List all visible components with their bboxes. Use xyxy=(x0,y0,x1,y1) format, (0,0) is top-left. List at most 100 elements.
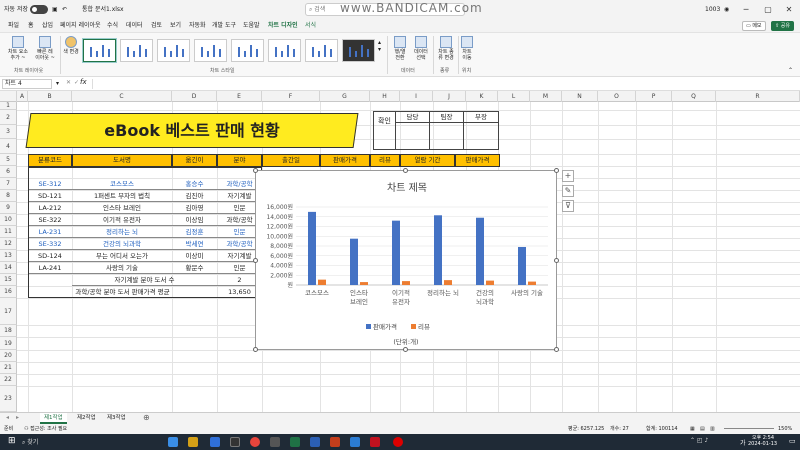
chart-style-3[interactable] xyxy=(157,39,190,62)
page-layout-view-icon[interactable]: ▤ xyxy=(700,424,705,434)
sheet-tab[interactable]: 제3작업 xyxy=(103,413,130,424)
column-header[interactable]: L xyxy=(498,91,530,102)
resize-handle[interactable] xyxy=(554,258,559,263)
resize-handle[interactable] xyxy=(253,168,258,173)
row-header[interactable]: 4 xyxy=(0,139,17,154)
cancel-icon[interactable]: ✕ xyxy=(66,79,71,86)
user-name[interactable]: 1003 xyxy=(705,0,720,19)
ime-indicator[interactable]: 가 xyxy=(740,438,746,447)
taskbar-search[interactable]: ⌕ 찾기 xyxy=(22,437,38,447)
column-header[interactable]: H xyxy=(370,91,400,102)
menu-home[interactable]: 홈 xyxy=(28,19,34,33)
sheet-tab[interactable]: 제1작업 xyxy=(40,413,67,424)
resize-handle[interactable] xyxy=(554,168,559,173)
chart-filters-button[interactable]: ⊽ xyxy=(562,200,574,212)
table-header-cell[interactable]: 판매가격 xyxy=(320,154,370,167)
normal-view-icon[interactable]: ▦ xyxy=(690,424,695,434)
chart-style-1[interactable] xyxy=(83,39,116,62)
accessibility-status[interactable]: ⚇ 접근성: 조사 필요 xyxy=(24,424,67,434)
close-button[interactable]: ✕ xyxy=(778,0,800,19)
confirm-icon[interactable]: ✓ xyxy=(74,79,79,86)
table-header-cell[interactable]: 출간일 xyxy=(262,154,320,167)
row-header[interactable]: 8 xyxy=(0,190,17,202)
quick-layout-button[interactable]: 빠른 레 이아웃 ~ xyxy=(33,36,57,61)
row-header[interactable]: 3 xyxy=(0,125,17,139)
maximize-button[interactable]: ▢ xyxy=(757,0,779,19)
memo-button[interactable]: ▭ 메모 xyxy=(742,21,766,31)
row-header[interactable]: 17 xyxy=(0,298,17,325)
column-header[interactable]: I xyxy=(400,91,433,102)
resize-handle[interactable] xyxy=(554,347,559,352)
row-header[interactable]: 9 xyxy=(0,202,17,214)
zoom-slider[interactable] xyxy=(724,428,774,429)
undo-icon[interactable]: ↶ xyxy=(62,0,67,19)
app-icon[interactable] xyxy=(270,437,280,447)
move-chart-button[interactable]: 차트 이동 xyxy=(460,36,474,61)
column-header[interactable]: G xyxy=(320,91,370,102)
row-header[interactable]: 20 xyxy=(0,350,17,362)
explorer-icon[interactable] xyxy=(188,437,198,447)
taskview-icon[interactable] xyxy=(168,437,178,447)
menu-data[interactable]: 데이터 xyxy=(126,19,143,33)
prev-sheet-icon[interactable]: ◂ xyxy=(6,414,9,421)
edge-icon[interactable] xyxy=(210,437,220,447)
row-header[interactable]: 10 xyxy=(0,214,17,226)
table-header-cell[interactable]: 열람 기간 xyxy=(400,154,455,167)
formula-input[interactable] xyxy=(92,79,792,89)
excel-icon[interactable] xyxy=(290,437,300,447)
chart-style-4[interactable] xyxy=(194,39,227,62)
column-header[interactable]: A xyxy=(17,91,28,102)
styles-scroll-icon[interactable]: ▴ ▾ xyxy=(378,39,381,53)
switch-row-column-button[interactable]: 행/열 전환 xyxy=(390,36,410,61)
table-header-cell[interactable]: 분야 xyxy=(217,154,262,167)
row-header[interactable]: 22 xyxy=(0,374,17,386)
select-all-corner[interactable] xyxy=(0,91,17,102)
column-header[interactable]: B xyxy=(28,91,72,102)
table-header-cell[interactable]: 판매가격 xyxy=(455,154,500,167)
column-header[interactable]: M xyxy=(530,91,562,102)
row-header[interactable]: 7 xyxy=(0,178,17,190)
row-header[interactable]: 21 xyxy=(0,362,17,374)
chart-style-2[interactable] xyxy=(120,39,153,62)
row-header[interactable]: 6 xyxy=(0,166,17,178)
column-header[interactable]: D xyxy=(172,91,217,102)
menu-page-layout[interactable]: 페이지 레이아웃 xyxy=(60,19,101,33)
chart-style-7[interactable] xyxy=(305,39,338,62)
column-header[interactable]: F xyxy=(262,91,320,102)
autosave-toggle[interactable] xyxy=(30,5,48,14)
add-sheet-button[interactable]: ⊕ xyxy=(143,413,150,422)
row-header[interactable]: 14 xyxy=(0,262,17,274)
powerpoint-icon[interactable] xyxy=(330,437,340,447)
row-header[interactable]: 18 xyxy=(0,325,17,337)
column-header[interactable]: K xyxy=(466,91,498,102)
row-header[interactable]: 11 xyxy=(0,226,17,238)
bandicam-icon[interactable] xyxy=(393,437,403,447)
table-header-cell[interactable]: 분류코드 xyxy=(28,154,72,167)
row-header[interactable]: 12 xyxy=(0,238,17,250)
chart-style-5[interactable] xyxy=(231,39,264,62)
row-header[interactable]: 16 xyxy=(0,286,17,298)
menu-file[interactable]: 파일 xyxy=(8,19,19,33)
table-header-cell[interactable]: 리뷰 xyxy=(370,154,400,167)
menu-insert[interactable]: 삽입 xyxy=(42,19,53,33)
next-sheet-icon[interactable]: ▸ xyxy=(16,414,19,421)
row-header[interactable]: 23 xyxy=(0,386,17,412)
name-box-dropdown-icon[interactable]: ▾ xyxy=(56,80,59,87)
column-header[interactable]: J xyxy=(433,91,466,102)
app-icon[interactable] xyxy=(350,437,360,447)
word-icon[interactable] xyxy=(310,437,320,447)
menu-developer[interactable]: 개발 도구 xyxy=(212,19,236,33)
row-header[interactable]: 13 xyxy=(0,250,17,262)
sheet-tab[interactable]: 제2작업 xyxy=(73,413,100,424)
column-header[interactable]: N xyxy=(562,91,598,102)
tray-icons[interactable]: ⌃ ◰ ♪ xyxy=(690,437,708,444)
column-header[interactable]: Q xyxy=(672,91,716,102)
name-box[interactable]: 차트 4 xyxy=(2,79,52,89)
zoom-level[interactable]: 150% xyxy=(778,424,792,434)
collapse-ribbon-icon[interactable]: ⌃ xyxy=(788,67,793,74)
row-header[interactable]: 19 xyxy=(0,337,17,350)
chart-elements-button[interactable]: + xyxy=(562,170,574,182)
chart-style-6[interactable] xyxy=(268,39,301,62)
page-break-view-icon[interactable]: ▥ xyxy=(710,424,715,434)
app-icon[interactable] xyxy=(370,437,380,447)
